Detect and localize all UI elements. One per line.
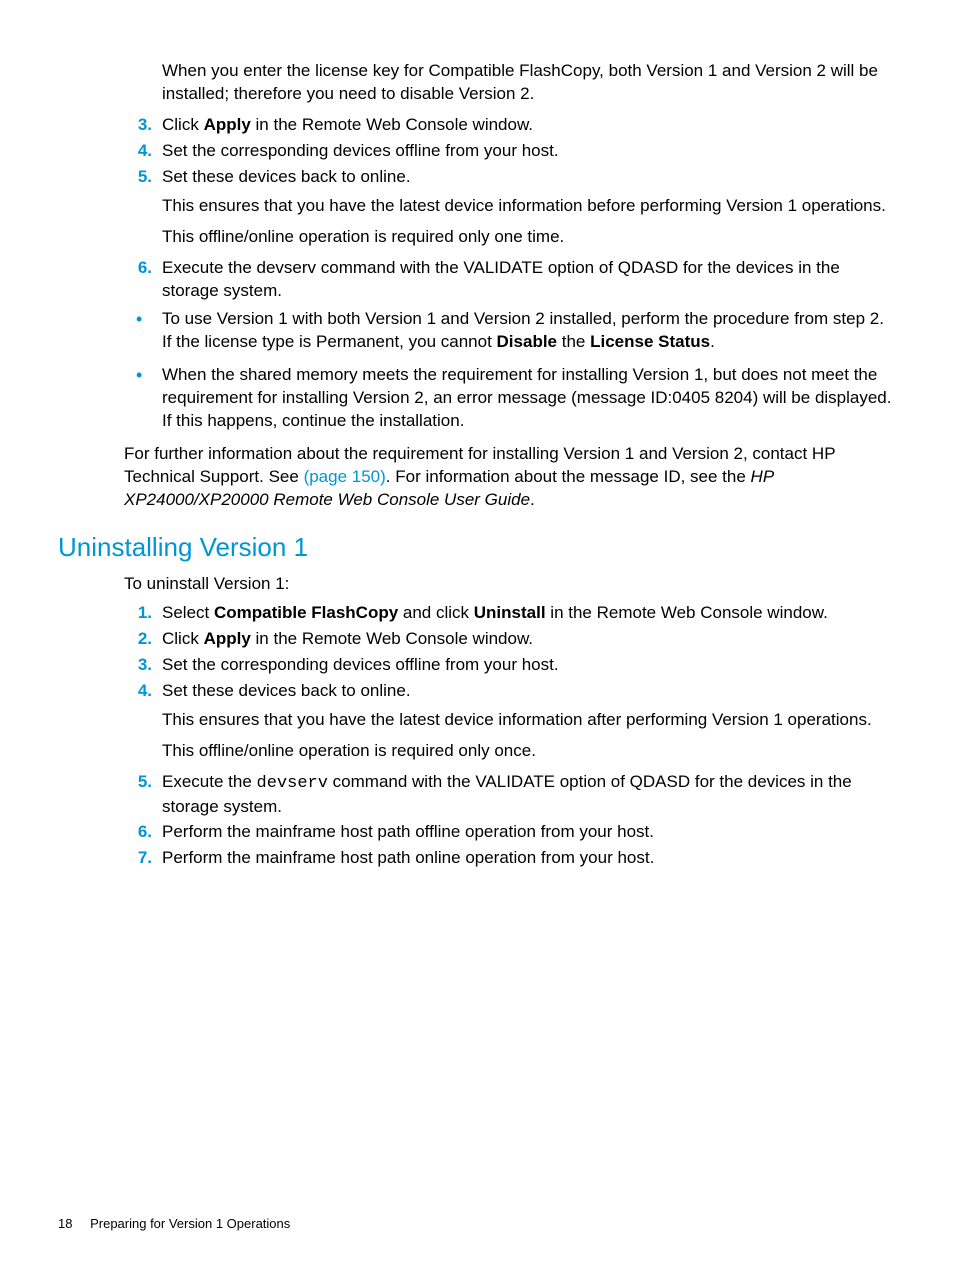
section-heading-uninstalling: Uninstalling Version 1 xyxy=(58,530,896,565)
step-3: 3. Set the corresponding devices offline… xyxy=(124,654,896,677)
step-text: Select Compatible FlashCopy and click Un… xyxy=(162,603,828,622)
step-subtext: This ensures that you have the latest de… xyxy=(162,709,896,732)
footer-title: Preparing for Version 1 Operations xyxy=(90,1216,290,1231)
step-1: 1. Select Compatible FlashCopy and click… xyxy=(124,602,896,625)
step-text: Click Apply in the Remote Web Console wi… xyxy=(162,629,533,648)
step-number: 3. xyxy=(124,114,152,137)
step-3: 3. Click Apply in the Remote Web Console… xyxy=(124,114,896,137)
closing-paragraph: For further information about the requir… xyxy=(124,443,896,512)
step-number: 6. xyxy=(124,257,152,280)
section-intro: To uninstall Version 1: xyxy=(124,573,896,596)
step-number: 5. xyxy=(124,166,152,189)
bullet-item: To use Version 1 with both Version 1 and… xyxy=(124,308,896,354)
step-text: Set the corresponding devices offline fr… xyxy=(162,655,559,674)
step-5: 5. Set these devices back to online. Thi… xyxy=(124,166,896,249)
step-5: 5. Execute the devserv command with the … xyxy=(124,771,896,819)
step-subtext: This ensures that you have the latest de… xyxy=(162,195,896,218)
step-text: Execute the devserv command with the VAL… xyxy=(162,258,840,300)
bullet-list: To use Version 1 with both Version 1 and… xyxy=(124,308,896,433)
page-body: When you enter the license key for Compa… xyxy=(0,0,954,870)
step-2: 2. Click Apply in the Remote Web Console… xyxy=(124,628,896,651)
step-number: 6. xyxy=(124,821,152,844)
step-6: 6. Execute the devserv command with the … xyxy=(124,257,896,303)
step-subtext: This offline/online operation is require… xyxy=(162,740,896,763)
page-number: 18 xyxy=(58,1216,72,1231)
step-number: 1. xyxy=(124,602,152,625)
step-number: 5. xyxy=(124,771,152,794)
step-7: 7. Perform the mainframe host path onlin… xyxy=(124,847,896,870)
step-text: Click Apply in the Remote Web Console wi… xyxy=(162,115,533,134)
step-number: 4. xyxy=(124,140,152,163)
step-4: 4. Set these devices back to online. Thi… xyxy=(124,680,896,763)
page-reference-link[interactable]: (page 150) xyxy=(304,467,386,486)
bullet-item: When the shared memory meets the require… xyxy=(124,364,896,433)
step-subtext: This offline/online operation is require… xyxy=(162,226,896,249)
step-number: 7. xyxy=(124,847,152,870)
step-text: Set these devices back to online. xyxy=(162,681,411,700)
step-6: 6. Perform the mainframe host path offli… xyxy=(124,821,896,844)
ordered-list-uninstall: 1. Select Compatible FlashCopy and click… xyxy=(124,602,896,870)
step-text: Set the corresponding devices offline fr… xyxy=(162,141,559,160)
intro-paragraph: When you enter the license key for Compa… xyxy=(162,60,896,106)
step-text: Perform the mainframe host path offline … xyxy=(162,822,654,841)
step-text: Set these devices back to online. xyxy=(162,167,411,186)
page-footer: 18 Preparing for Version 1 Operations xyxy=(58,1216,290,1231)
step-number: 3. xyxy=(124,654,152,677)
step-number: 4. xyxy=(124,680,152,703)
step-text: Execute the devserv command with the VAL… xyxy=(162,772,852,816)
step-4: 4. Set the corresponding devices offline… xyxy=(124,140,896,163)
ordered-list-install: 3. Click Apply in the Remote Web Console… xyxy=(124,114,896,303)
step-number: 2. xyxy=(124,628,152,651)
step-text: Perform the mainframe host path online o… xyxy=(162,848,654,867)
